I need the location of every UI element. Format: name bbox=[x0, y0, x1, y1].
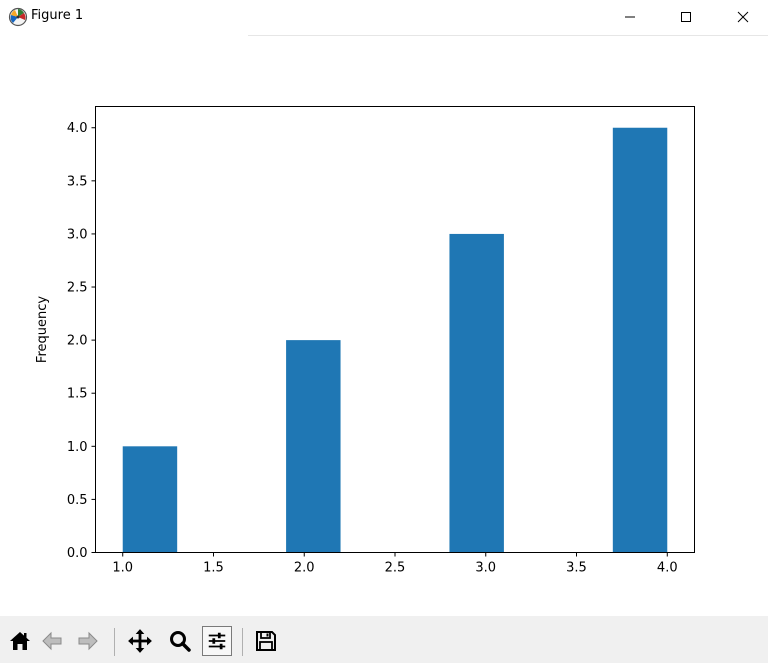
navigation-toolbar bbox=[0, 616, 768, 663]
arrow-left-icon bbox=[42, 631, 62, 651]
y-tick-label: 4.0 bbox=[67, 121, 88, 136]
save-button[interactable] bbox=[251, 626, 281, 656]
histogram-bar bbox=[612, 127, 668, 553]
home-icon bbox=[10, 632, 30, 650]
back-button[interactable] bbox=[37, 626, 67, 656]
window-title: Figure 1 bbox=[31, 8, 84, 23]
toolbar-separator bbox=[242, 628, 243, 656]
minimize-button[interactable] bbox=[607, 0, 653, 34]
y-tick-label: 1.5 bbox=[67, 387, 88, 402]
forward-button[interactable] bbox=[73, 626, 103, 656]
sliders-icon bbox=[208, 632, 226, 650]
magnifier-icon bbox=[170, 631, 191, 652]
x-tick-label: 1.5 bbox=[203, 561, 224, 576]
matplotlib-logo-icon bbox=[8, 7, 28, 27]
y-tick-label: 3.0 bbox=[67, 227, 88, 242]
histogram-bar bbox=[449, 233, 504, 553]
y-tick-label: 0.5 bbox=[67, 493, 88, 508]
y-axis-ticks: 0.0 0.5 1.0 1.5 2.0 2.5 3.0 3.5 4.0 bbox=[67, 121, 96, 561]
y-tick-label: 2.0 bbox=[67, 334, 88, 349]
toolbar-separator bbox=[114, 628, 115, 656]
y-tick-label: 0.0 bbox=[67, 546, 88, 561]
minimize-icon bbox=[625, 16, 635, 18]
x-tick-label: 3.0 bbox=[475, 561, 496, 576]
x-axis-ticks: 1.0 1.5 2.0 2.5 3.0 3.5 4.0 bbox=[112, 552, 678, 576]
arrow-right-icon bbox=[78, 631, 98, 651]
histogram-chart: 1.0 1.5 2.0 2.5 3.0 3.5 4.0 0.0 0.5 1.0 1.5 2.0 2.5… bbox=[35, 106, 695, 576]
close-button[interactable] bbox=[720, 0, 766, 34]
maximize-icon bbox=[681, 12, 691, 22]
y-tick-label: 1.0 bbox=[67, 440, 88, 455]
zoom-button[interactable] bbox=[165, 626, 195, 656]
x-tick-label: 2.0 bbox=[294, 561, 315, 576]
pan-button[interactable] bbox=[125, 626, 155, 656]
figure-window: Figure 1 1.0 1.5 2.0 2.5 3.0 3.5 4.0 0.0 0.5 1.0… bbox=[0, 0, 768, 663]
configure-subplots-button[interactable] bbox=[202, 626, 232, 656]
y-tick-label: 2.5 bbox=[67, 281, 88, 296]
y-axis-label: Frequency bbox=[35, 296, 50, 363]
move-icon bbox=[128, 629, 152, 653]
histogram-bar bbox=[286, 340, 341, 553]
title-bar: Figure 1 bbox=[0, 0, 768, 36]
histogram-bar bbox=[122, 446, 178, 553]
x-tick-label: 2.5 bbox=[385, 561, 406, 576]
x-tick-label: 1.0 bbox=[112, 561, 133, 576]
close-icon bbox=[737, 11, 749, 23]
home-button[interactable] bbox=[5, 626, 35, 656]
x-tick-label: 3.5 bbox=[566, 561, 587, 576]
maximize-button[interactable] bbox=[663, 0, 709, 34]
floppy-disk-icon bbox=[256, 631, 276, 651]
y-tick-label: 3.5 bbox=[67, 174, 88, 189]
axes-frame bbox=[95, 106, 695, 553]
bars-group bbox=[122, 127, 668, 553]
x-tick-label: 4.0 bbox=[657, 561, 678, 576]
